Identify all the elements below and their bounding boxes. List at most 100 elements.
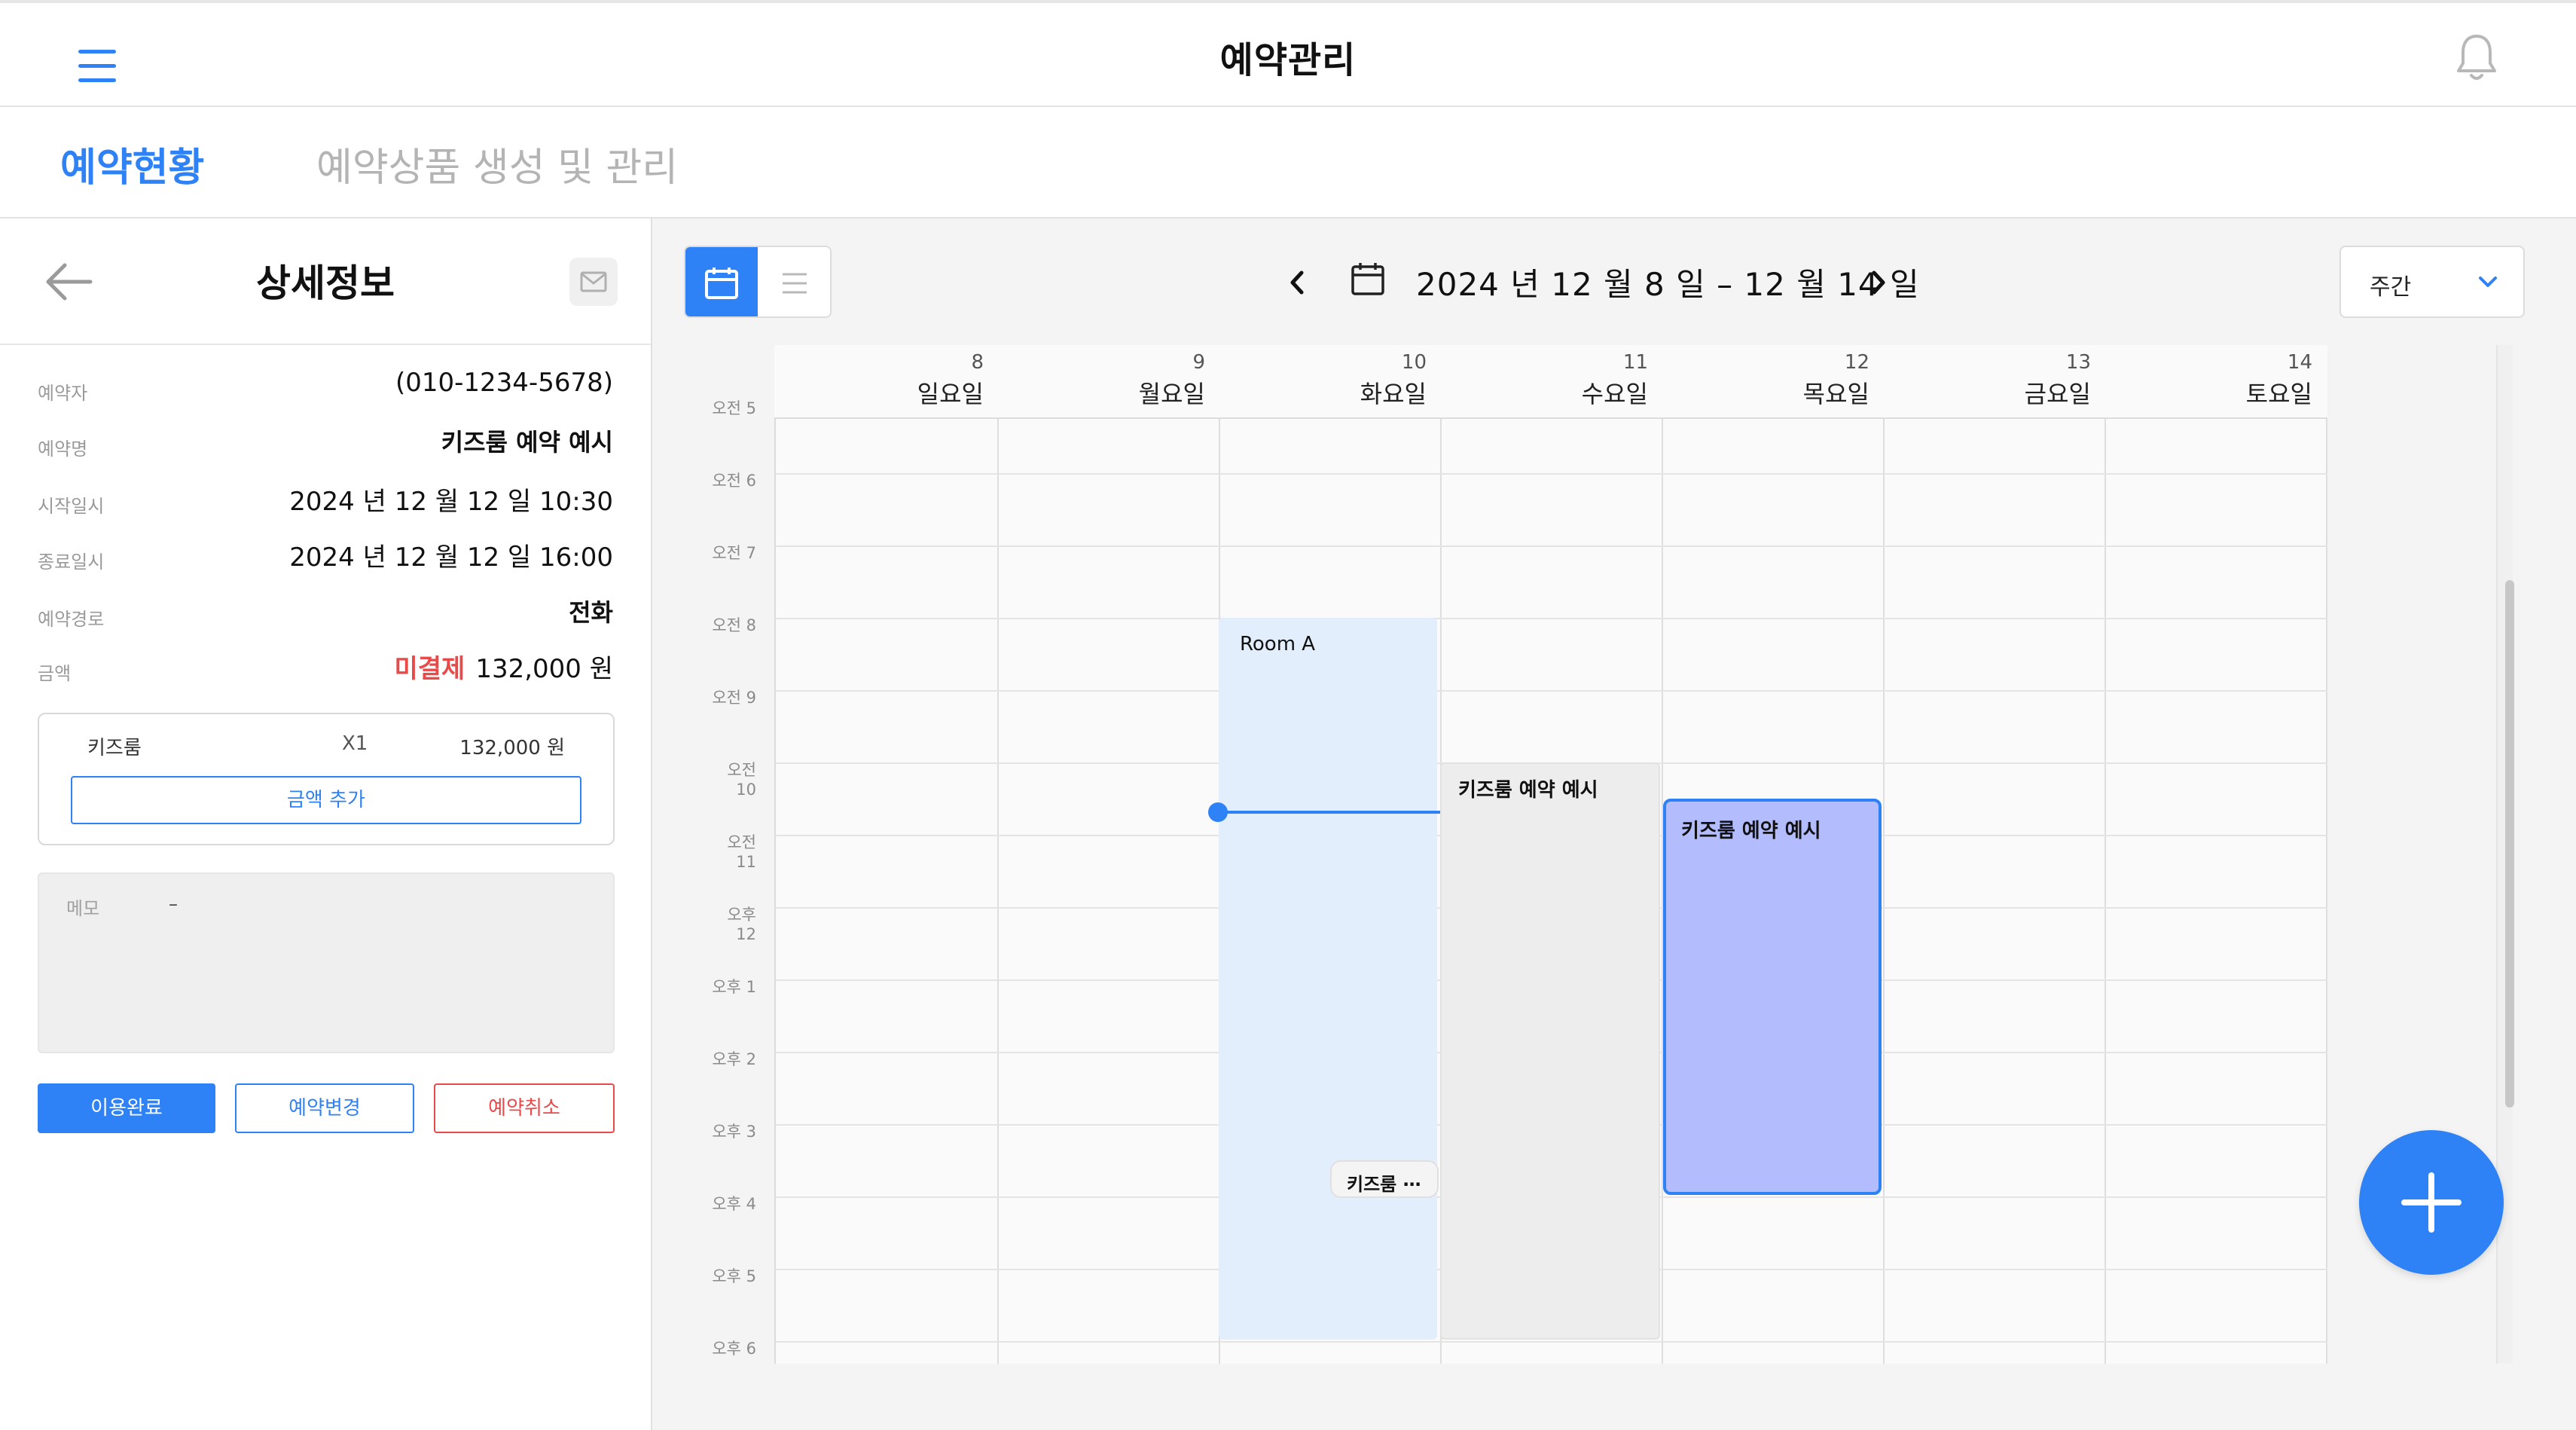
- grid-hour-line: [776, 1341, 2327, 1343]
- time-label: 오후 5: [712, 1267, 756, 1285]
- current-time-dot: [1208, 802, 1228, 822]
- time-label: 오전 9: [712, 689, 756, 707]
- day-number: 12: [1844, 351, 1869, 374]
- day-name: 토요일: [2245, 380, 2312, 408]
- scrollbar-thumb[interactable]: [2505, 580, 2514, 1108]
- mail-button[interactable]: [569, 258, 618, 306]
- calendar-icon: [1351, 263, 1384, 295]
- day-number: 8: [971, 351, 984, 374]
- calendar-day-headers: 8 일요일 9 월요일 10 화요일 11 수요일 12 목요일 13 금요일 …: [774, 345, 2327, 419]
- day-header-thu[interactable]: 12 목요일: [1660, 345, 1882, 417]
- info-row-start: 시작일시 2024 년 12 월 12 일 10:30: [38, 478, 613, 523]
- event-title: 키즈룸 ⋯: [1347, 1174, 1421, 1195]
- cancel-reservation-button[interactable]: 예약취소: [434, 1083, 615, 1133]
- grid-hour-line: [776, 473, 2327, 475]
- info-label: 예약경로: [38, 609, 105, 630]
- memo-box[interactable]: 메모 –: [38, 872, 615, 1053]
- calendar-view-button[interactable]: [685, 247, 758, 316]
- tab-reservation-status[interactable]: 예약현황: [60, 136, 204, 192]
- current-time-line: [1217, 811, 1440, 814]
- day-header-fri[interactable]: 13 금요일: [1882, 345, 2103, 417]
- day-number: 10: [1401, 351, 1427, 374]
- info-label: 예약자: [38, 383, 88, 404]
- event-title: 키즈룸 예약 예시: [1681, 820, 1821, 842]
- bell-icon[interactable]: [2452, 32, 2501, 84]
- payment-status-badge: 미결제: [394, 654, 465, 684]
- day-number: 9: [1192, 351, 1205, 374]
- period-value: 주간: [2370, 274, 2412, 301]
- info-label: 종료일시: [38, 552, 105, 573]
- grid-column-divider: [2326, 347, 2327, 1364]
- memo-label: 메모: [66, 898, 100, 919]
- top-app-bar: 예약관리: [0, 0, 2576, 107]
- plus-icon: [2428, 1172, 2434, 1233]
- info-value: (010-1234-5678): [395, 368, 613, 398]
- mail-icon: [580, 271, 607, 292]
- day-number: 14: [2287, 351, 2312, 374]
- price-item-name: 키즈룸: [87, 737, 142, 759]
- info-label: 금액: [38, 663, 72, 684]
- time-label: 오전 6: [712, 472, 756, 490]
- time-label: 오전 11: [727, 833, 756, 871]
- info-label: 시작일시: [38, 496, 105, 517]
- event-kidsroom-wed[interactable]: 키즈룸 예약 예시: [1440, 762, 1660, 1340]
- period-select[interactable]: 주간: [2339, 246, 2525, 318]
- list-icon: [783, 273, 807, 294]
- detail-header: 상세정보: [0, 218, 651, 345]
- info-label: 예약명: [38, 438, 88, 460]
- info-row-booker: 예약자 (010-1234-5678): [38, 365, 613, 410]
- amount-value-wrap: 미결제 132,000 원: [394, 648, 613, 685]
- info-row-amount: 금액 미결제 132,000 원: [38, 645, 613, 690]
- chevron-down-icon: [2479, 277, 2497, 287]
- amount-value: 132,000 원: [475, 654, 613, 684]
- info-value: 키즈룸 예약 예시: [441, 428, 613, 457]
- day-header-mon[interactable]: 9 월요일: [996, 345, 1217, 417]
- date-range-label: 2024 년 12 월 8 일 – 12 월 14 일: [1416, 266, 1920, 303]
- add-amount-button[interactable]: 금액 추가: [71, 776, 581, 824]
- day-name: 수요일: [1581, 380, 1648, 408]
- grid-column-divider: [1883, 347, 1885, 1364]
- time-label: 오후 1: [712, 978, 756, 996]
- time-label: 오후 3: [712, 1123, 756, 1141]
- chevron-left-icon[interactable]: [1283, 265, 1311, 300]
- calendar-icon: [705, 267, 738, 299]
- info-row-end: 종료일시 2024 년 12 월 12 일 16:00: [38, 533, 613, 579]
- time-label: 오전 10: [727, 761, 756, 799]
- event-kidsroom-thu-selected[interactable]: 키즈룸 예약 예시: [1663, 799, 1882, 1195]
- day-name: 금요일: [2024, 380, 2091, 408]
- info-row-name: 예약명 키즈룸 예약 예시: [38, 420, 613, 466]
- day-name: 월요일: [1138, 380, 1205, 408]
- add-reservation-button[interactable]: [2359, 1130, 2504, 1275]
- event-title: 키즈룸 예약 예시: [1458, 779, 1598, 802]
- grid-hour-line: [776, 690, 2327, 692]
- info-value: 2024 년 12 월 12 일 10:30: [289, 487, 613, 517]
- day-name: 목요일: [1802, 380, 1869, 408]
- grid-hour-line: [776, 618, 2327, 619]
- day-header-tue[interactable]: 10 화요일: [1217, 345, 1439, 417]
- chevron-right-icon[interactable]: [1865, 265, 1892, 300]
- memo-value: –: [169, 894, 178, 915]
- tab-product-management[interactable]: 예약상품 생성 및 관리: [316, 136, 678, 192]
- complete-button[interactable]: 이용완료: [38, 1083, 215, 1133]
- price-item-qty: X1: [342, 732, 368, 755]
- day-header-sun[interactable]: 8 일요일: [774, 345, 996, 417]
- day-header-sat[interactable]: 14 토요일: [2103, 345, 2324, 417]
- detail-panel: 상세정보 예약자 (010-1234-5678) 예약명 키즈룸 예약 예시 시…: [0, 218, 652, 1430]
- day-number: 11: [1622, 351, 1648, 374]
- time-label: 오전 7: [712, 544, 756, 562]
- day-header-wed[interactable]: 11 수요일: [1439, 345, 1660, 417]
- detail-title: 상세정보: [256, 261, 395, 305]
- grid-hour-line: [776, 545, 2327, 547]
- change-reservation-button[interactable]: 예약변경: [235, 1083, 414, 1133]
- event-kidsroom-collapsed[interactable]: 키즈룸 ⋯: [1330, 1160, 1439, 1198]
- time-label: 오후 12: [727, 906, 756, 943]
- list-view-button[interactable]: [758, 247, 830, 316]
- event-title: Room A: [1240, 633, 1316, 655]
- price-item-price: 132,000 원: [459, 737, 565, 759]
- time-label: 오전 5: [712, 399, 756, 417]
- event-room-a[interactable]: Room A: [1219, 618, 1437, 1340]
- grid-column-divider: [997, 347, 999, 1364]
- day-name: 일요일: [917, 380, 984, 408]
- info-value: 2024 년 12 월 12 일 16:00: [289, 542, 613, 573]
- time-label: 오전 8: [712, 616, 756, 634]
